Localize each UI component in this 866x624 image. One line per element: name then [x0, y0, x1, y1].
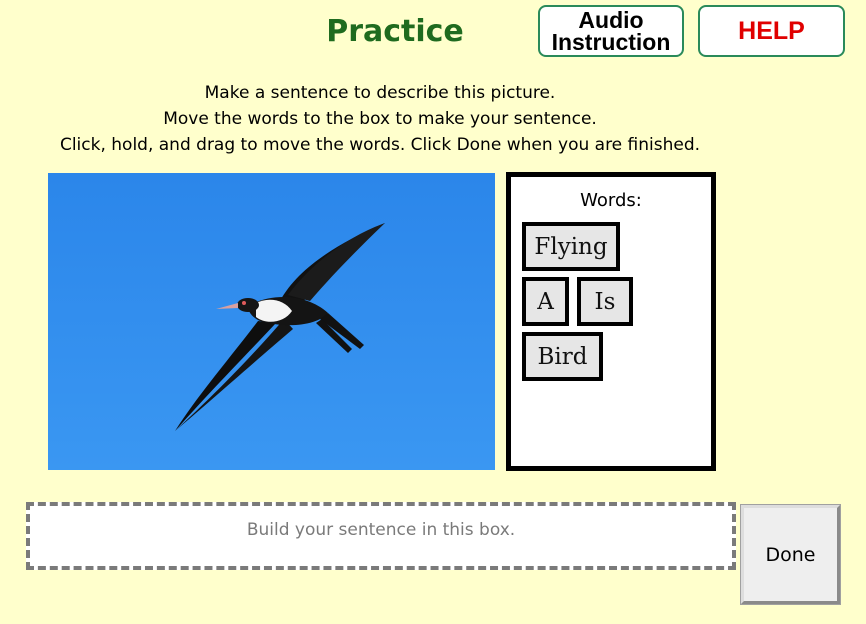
sentence-drop-zone[interactable]: Build your sentence in this box. — [26, 502, 736, 570]
instruction-line: Move the words to the box to make your s… — [163, 109, 597, 129]
instructions: Make a sentence to describe this picture… — [20, 80, 740, 158]
sentence-placeholder: Build your sentence in this box. — [246, 520, 516, 540]
frigatebird-illustration — [48, 173, 495, 470]
page-title: Practice — [326, 14, 464, 49]
done-button[interactable]: Done — [741, 505, 840, 604]
audio-instruction-button[interactable]: Audio Instruction — [538, 5, 684, 57]
bird-photo — [48, 173, 495, 470]
instruction-line: Make a sentence to describe this picture… — [204, 83, 556, 103]
word-tile-bird[interactable]: Bird — [522, 332, 603, 381]
help-button[interactable]: HELP — [698, 5, 845, 57]
word-tile-is[interactable]: Is — [577, 277, 633, 326]
audio-button-line1: Audio — [578, 7, 644, 33]
word-bank: Words: Flying A Is Bird — [506, 172, 716, 471]
word-bank-label: Words: — [580, 190, 642, 211]
instruction-line: Click, hold, and drag to move the words.… — [59, 135, 701, 155]
audio-button-line2: Instruction — [551, 29, 671, 55]
word-tile-a[interactable]: A — [522, 277, 569, 326]
word-tile-flying[interactable]: Flying — [522, 222, 620, 271]
